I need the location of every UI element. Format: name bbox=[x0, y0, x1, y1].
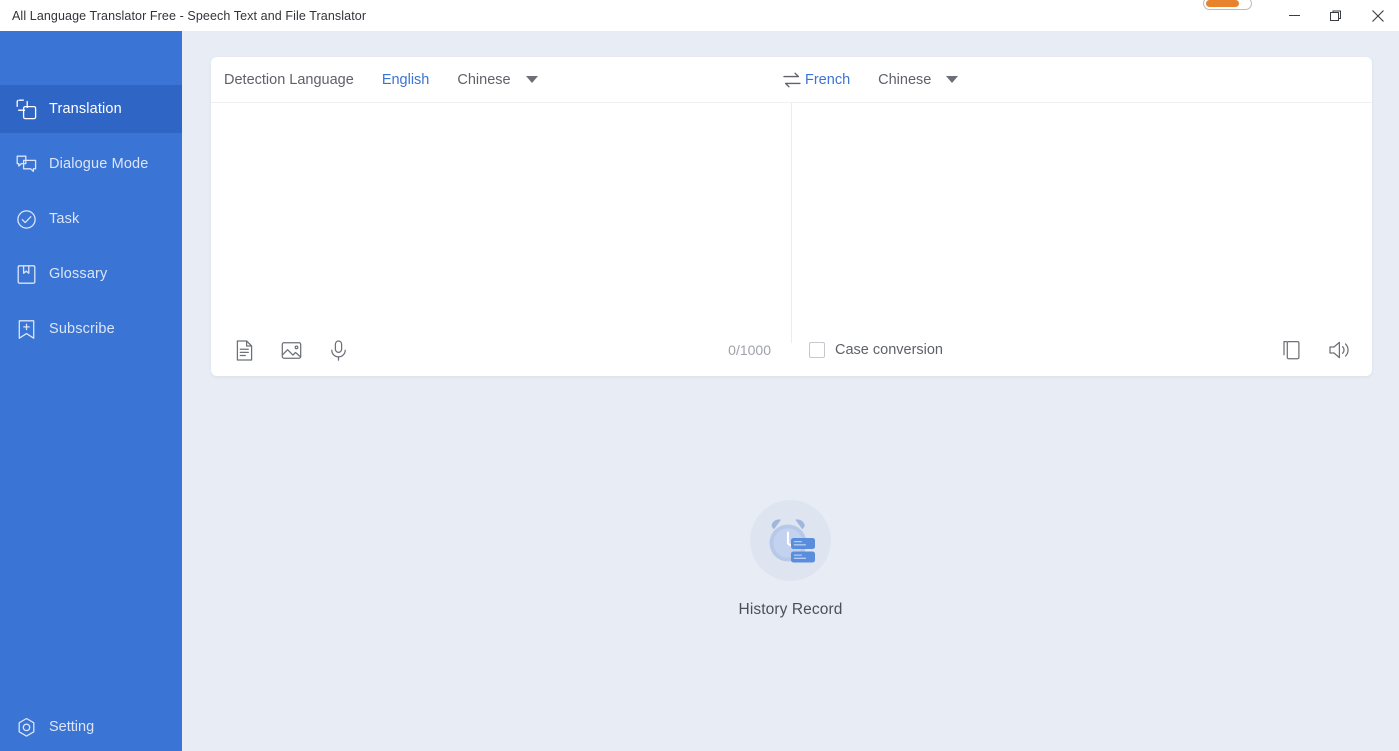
target-language-value: Chinese bbox=[878, 71, 932, 88]
source-language-value: Chinese bbox=[457, 71, 511, 88]
source-language-group: Detection Language English Chinese bbox=[211, 72, 781, 88]
language-bar: Detection Language English Chinese Frenc… bbox=[211, 57, 1372, 103]
sidebar-item-label: Glossary bbox=[49, 266, 108, 282]
character-count: 0/1000 bbox=[728, 342, 771, 358]
history-icon-circle bbox=[750, 500, 831, 581]
window-title: All Language Translator Free - Speech Te… bbox=[12, 8, 367, 23]
close-button[interactable] bbox=[1357, 0, 1399, 31]
sidebar-nav: Translation Dialogue Mode Task Glossary … bbox=[0, 85, 182, 353]
translator-card: Detection Language English Chinese Frenc… bbox=[211, 57, 1372, 376]
sidebar-item-label: Translation bbox=[49, 101, 122, 117]
dialogue-icon bbox=[15, 153, 37, 175]
target-toolbar: Case conversion bbox=[792, 325, 1372, 375]
sidebar-item-label: Dialogue Mode bbox=[49, 156, 149, 172]
app-window: All Language Translator Free - Speech Te… bbox=[0, 0, 1399, 751]
target-text-output[interactable] bbox=[792, 103, 1372, 325]
minimize-button[interactable] bbox=[1273, 0, 1315, 31]
main-content: Detection Language English Chinese Frenc… bbox=[182, 31, 1399, 751]
window-controls bbox=[1273, 0, 1399, 31]
copy-icon[interactable] bbox=[1278, 337, 1304, 363]
swap-languages-button[interactable] bbox=[777, 65, 807, 95]
history-empty-label: History Record bbox=[738, 601, 843, 618]
target-language-group: French Chinese bbox=[781, 72, 1372, 88]
case-conversion-label: Case conversion bbox=[835, 342, 943, 358]
title-bar: All Language Translator Free - Speech Te… bbox=[0, 0, 1399, 31]
sidebar: Translation Dialogue Mode Task Glossary … bbox=[0, 31, 182, 751]
trial-progress-pill[interactable] bbox=[1203, 0, 1252, 10]
gear-icon bbox=[15, 716, 37, 738]
check-circle-icon bbox=[15, 208, 37, 230]
sidebar-item-subscribe[interactable]: Subscribe bbox=[0, 305, 182, 353]
trial-progress-fill bbox=[1206, 0, 1239, 7]
source-text-input[interactable] bbox=[211, 103, 791, 325]
sidebar-item-label: Subscribe bbox=[49, 321, 115, 337]
speaker-icon[interactable] bbox=[1326, 337, 1352, 363]
source-toolbar: 0/1000 bbox=[211, 325, 791, 375]
detection-language-option[interactable]: Detection Language bbox=[224, 72, 354, 88]
target-language-select[interactable]: Chinese bbox=[878, 71, 959, 88]
sidebar-setting-label: Setting bbox=[49, 719, 95, 735]
source-pane: 0/1000 bbox=[211, 103, 791, 375]
translation-icon bbox=[15, 98, 37, 120]
chevron-down-icon bbox=[946, 76, 959, 83]
bookmark-plus-icon bbox=[15, 318, 37, 340]
sidebar-item-setting[interactable]: Setting bbox=[0, 703, 182, 751]
alarm-clock-records-icon bbox=[769, 518, 815, 562]
history-empty-state: History Record bbox=[182, 500, 1399, 619]
minimize-icon bbox=[1288, 15, 1300, 16]
image-icon[interactable] bbox=[278, 337, 304, 363]
target-language-recent[interactable]: French bbox=[805, 72, 850, 88]
checkbox-box bbox=[809, 342, 825, 358]
swap-arrows-icon bbox=[783, 72, 801, 87]
sidebar-item-translation[interactable]: Translation bbox=[0, 85, 182, 133]
maximize-button[interactable] bbox=[1315, 0, 1357, 31]
sidebar-item-task[interactable]: Task bbox=[0, 195, 182, 243]
microphone-icon[interactable] bbox=[325, 337, 351, 363]
target-pane: Case conversion bbox=[792, 103, 1372, 375]
source-language-recent[interactable]: English bbox=[382, 72, 430, 88]
sidebar-item-glossary[interactable]: Glossary bbox=[0, 250, 182, 298]
translation-panes: 0/1000 Case conversion bbox=[211, 103, 1372, 375]
book-bookmark-icon bbox=[15, 263, 37, 285]
maximize-icon bbox=[1330, 10, 1341, 21]
close-icon bbox=[1372, 9, 1384, 22]
document-icon[interactable] bbox=[231, 337, 257, 363]
target-actions bbox=[1256, 337, 1352, 363]
sidebar-item-label: Task bbox=[49, 211, 80, 227]
chevron-down-icon bbox=[525, 76, 538, 83]
sidebar-item-dialogue-mode[interactable]: Dialogue Mode bbox=[0, 140, 182, 188]
source-language-select[interactable]: Chinese bbox=[457, 71, 538, 88]
case-conversion-checkbox[interactable]: Case conversion bbox=[809, 342, 943, 358]
